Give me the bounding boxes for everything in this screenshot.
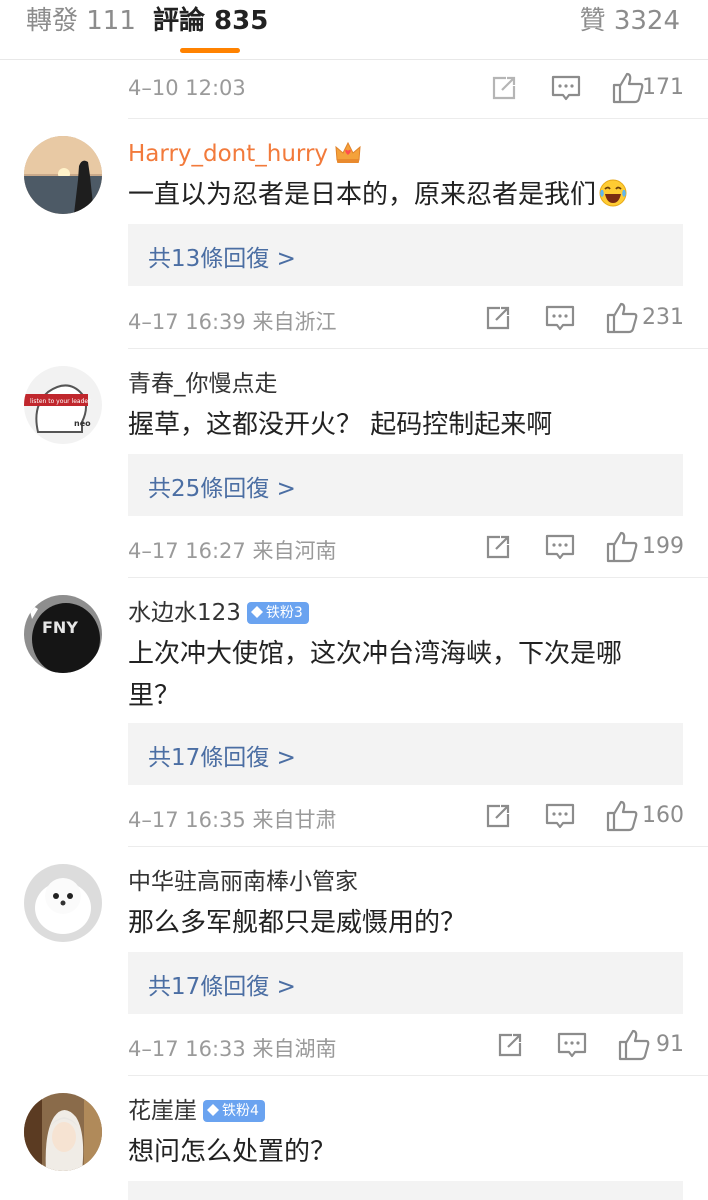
divider	[128, 118, 708, 119]
avatar[interactable]: FNY	[24, 595, 102, 673]
view-replies-button[interactable]: 共13條回復 >	[128, 224, 683, 286]
diamond-icon	[207, 1104, 219, 1116]
tab-bar: 轉發 111 評論 835 贊 3324	[0, 0, 708, 60]
share-icon[interactable]	[480, 798, 516, 834]
divider	[128, 577, 708, 578]
like-count: 91	[656, 1032, 684, 1057]
comment-body: 上次冲大使馆，这次冲台湾海峡，下次是哪里？	[128, 639, 623, 711]
comment-meta-row: 4–17 16:33 来自湖南 91	[128, 1025, 684, 1065]
share-icon[interactable]	[486, 70, 522, 106]
fan-badge: 铁粉3	[246, 602, 309, 624]
tab-reposts[interactable]: 轉發 111	[26, 4, 136, 38]
thumbs-up-icon[interactable]	[604, 529, 640, 565]
crown-icon	[335, 141, 361, 163]
laughing-tears-emoji	[599, 179, 627, 207]
comment-body: 那么多军舰都只是威慑用的？	[128, 908, 467, 938]
comment-meta-row: 4–10 12:03 171	[128, 68, 684, 108]
comment-body: 一直以为忍者是日本的，原来忍者是我们	[128, 180, 597, 210]
comment-text: 一直以为忍者是日本的，原来忍者是我们	[128, 174, 668, 216]
active-tab-indicator	[180, 48, 240, 53]
like-count: 160	[642, 803, 684, 828]
comment-meta-row: 4–17 16:35 来自甘肃 160	[128, 796, 684, 836]
view-replies-button[interactable]: 共17條回復 >	[128, 952, 683, 1014]
comment-icon[interactable]	[554, 1027, 590, 1063]
thumbs-up-icon[interactable]	[616, 1027, 652, 1063]
fan-badge: 铁粉4	[203, 1100, 265, 1122]
comment-icon[interactable]	[542, 529, 578, 565]
like-count: 171	[642, 75, 684, 100]
comment-icon[interactable]	[548, 70, 584, 106]
share-icon[interactable]	[480, 529, 516, 565]
replies-link[interactable]: 共17條回復 >	[148, 967, 296, 1001]
avatar[interactable]	[24, 864, 102, 942]
comment-timestamp-location: 4–17 16:35 来自甘肃	[128, 808, 337, 832]
fan-badge-label: 铁粉4	[222, 1103, 259, 1119]
fan-badge-label: 铁粉3	[265, 605, 303, 621]
avatar[interactable]: listen to your leader neo	[24, 366, 102, 444]
tab-likes[interactable]: 贊 3324	[580, 4, 680, 38]
divider	[128, 1075, 708, 1076]
replies-link[interactable]: 共25條回復 >	[148, 469, 296, 503]
diamond-icon	[250, 606, 263, 618]
like-count: 199	[642, 534, 684, 559]
comment-timestamp-location: 4–17 16:33 来自湖南	[128, 1037, 337, 1061]
view-replies-button[interactable]	[128, 1181, 683, 1200]
comment-timestamp-location: 4–17 16:39 来自浙江	[128, 310, 337, 334]
thumbs-up-icon[interactable]	[604, 798, 640, 834]
username[interactable]: Harry_dont_hurry	[128, 138, 362, 170]
like-count: 231	[642, 305, 684, 330]
comment-icon[interactable]	[542, 300, 578, 336]
comment-meta-row: 4–17 16:27 来自河南 199	[128, 527, 684, 567]
thumbs-up-icon[interactable]	[604, 300, 640, 336]
comment-timestamp: 4–10 12:03	[128, 76, 246, 100]
thumbs-up-icon[interactable]	[610, 70, 646, 106]
comment-icon[interactable]	[542, 798, 578, 834]
username-text: 水边水123	[128, 600, 241, 626]
comment-body: 想问怎么处置的？	[128, 1137, 337, 1167]
view-replies-button[interactable]: 共25條回復 >	[128, 454, 683, 516]
username-text: Harry_dont_hurry	[128, 141, 329, 167]
view-replies-button[interactable]: 共17條回復 >	[128, 723, 683, 785]
username[interactable]: 花崖崖 铁粉4	[128, 1095, 265, 1127]
avatar[interactable]	[24, 1093, 102, 1171]
replies-link[interactable]: 共13條回復 >	[148, 239, 296, 273]
comment-body: 握草，这都没开火？ 起码控制起来啊	[128, 410, 553, 440]
username[interactable]: 水边水123 铁粉3	[128, 597, 309, 629]
username[interactable]: 中华驻高丽南棒小管家	[128, 866, 358, 898]
username[interactable]: 青春_你慢点走	[128, 368, 278, 400]
divider	[128, 348, 708, 349]
svg-text:listen to your leader: listen to your leader	[30, 398, 91, 405]
replies-link[interactable]: 共17條回復 >	[148, 738, 296, 772]
svg-text:neo: neo	[74, 419, 91, 428]
divider	[128, 846, 708, 847]
username-text: 花崖崖	[128, 1098, 197, 1124]
share-icon[interactable]	[480, 300, 516, 336]
svg-text:FNY: FNY	[42, 618, 78, 637]
tab-comments[interactable]: 評論 835	[153, 4, 268, 38]
comment-meta-row: 4–17 16:39 来自浙江 231	[128, 298, 684, 338]
share-icon[interactable]	[492, 1027, 528, 1063]
comment-timestamp-location: 4–17 16:27 来自河南	[128, 539, 337, 563]
avatar[interactable]	[24, 136, 102, 214]
